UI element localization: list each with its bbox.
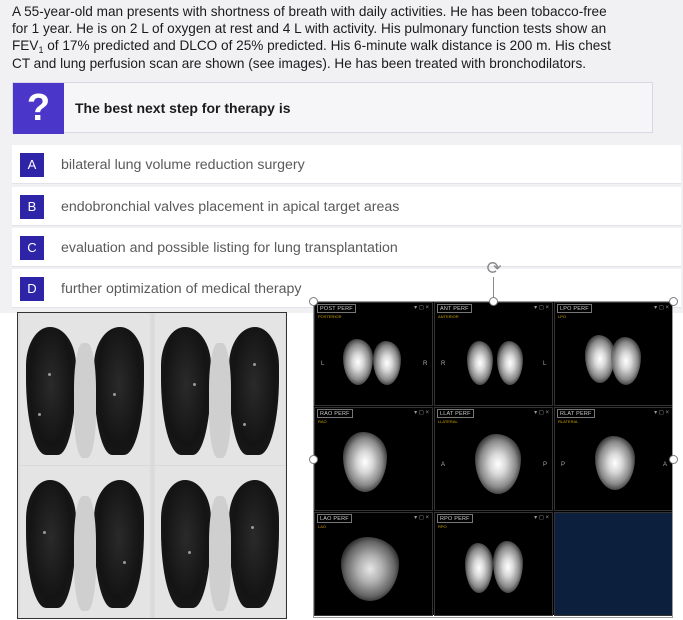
panel-controls-icon: ▾ ◻ × [654, 305, 669, 311]
panel-controls-icon: ▾ ◻ × [534, 305, 549, 311]
side-label: P [561, 462, 566, 468]
perfusion-uptake [467, 341, 493, 385]
panel-title: POST PERF [317, 304, 356, 313]
side-label: L [321, 361, 325, 367]
panel-title: RPO PERF [437, 514, 473, 523]
choice-letter: A [20, 153, 44, 177]
perfusion-uptake [611, 337, 641, 385]
perfusion-panel-rao: RAO PERF ▾ ◻ × RAO [314, 407, 433, 511]
panel-controls-icon: ▾ ◻ × [414, 515, 429, 521]
panel-title: LPO PERF [557, 304, 592, 313]
panel-subtitle: ANTERIOR [438, 314, 459, 319]
panel-controls-icon: ▾ ◻ × [414, 410, 429, 416]
question-mark-icon: ? [13, 83, 64, 134]
question-stem: A 55-year-old man presents with shortnes… [12, 3, 672, 72]
perfusion-panel-rpo: RPO PERF ▾ ◻ × RPO [434, 512, 553, 616]
side-label: A [663, 462, 668, 468]
panel-title: ANT PERF [437, 304, 472, 313]
choice-text: endobronchial valves placement in apical… [61, 199, 400, 215]
rotate-handle-icon[interactable]: ⟳ [484, 258, 504, 278]
answer-choice-a[interactable]: A bilateral lung volume reduction surger… [12, 145, 681, 184]
panel-subtitle: LPO [558, 314, 567, 319]
panel-subtitle: RAO [318, 419, 327, 424]
choice-text: further optimization of medical therapy [61, 281, 302, 297]
side-label: R [441, 361, 446, 367]
panel-controls-icon: ▾ ◻ × [414, 305, 429, 311]
perfusion-uptake [341, 537, 399, 601]
ct-slice [18, 313, 152, 465]
stem-line: FEV1 of 17% predicted and DLCO of 25% pr… [12, 38, 611, 56]
panel-title: LLAT PERF [437, 409, 474, 418]
panel-subtitle: LLATERAL [438, 419, 458, 424]
perfusion-panel-lpo: LPO PERF ▾ ◻ × LPO [554, 302, 673, 406]
perfusion-uptake [493, 541, 523, 593]
question-text: The best next step for therapy is [75, 100, 291, 116]
panel-title: RLAT PERF [557, 409, 595, 418]
ct-slice [153, 466, 286, 618]
choice-letter: D [20, 277, 44, 301]
stem-line: A 55-year-old man presents with shortnes… [12, 4, 607, 19]
perfusion-uptake [343, 432, 387, 492]
chest-ct-image [17, 312, 287, 619]
answer-choice-c[interactable]: C evaluation and possible listing for lu… [12, 228, 681, 267]
perfusion-panel-lao: LAO PERF ▾ ◻ × LAO [314, 512, 433, 616]
panel-title: RAO PERF [317, 409, 353, 418]
perfusion-panel-post: POST PERF ▾ ◻ × POSTERIOR L R [314, 302, 433, 406]
question-prompt: ? The best next step for therapy is [12, 82, 653, 134]
resize-handle-top[interactable] [489, 297, 498, 306]
panel-title: LAO PERF [317, 514, 352, 523]
choice-letter: B [20, 195, 44, 219]
rotate-connector [493, 277, 494, 299]
perfusion-uptake [497, 341, 523, 385]
perfusion-uptake [373, 341, 401, 385]
panel-controls-icon: ▾ ◻ × [534, 515, 549, 521]
perfusion-panel-ant: ANT PERF ▾ ◻ × ANTERIOR R L [434, 302, 553, 406]
perfusion-uptake [595, 436, 635, 490]
choice-letter: C [20, 236, 44, 260]
perfusion-uptake [465, 543, 493, 593]
panel-subtitle: RLATERAL [558, 419, 579, 424]
ct-slice [153, 313, 286, 465]
panel-subtitle: RPO [438, 524, 447, 529]
panel-subtitle: POSTERIOR [318, 314, 342, 319]
answer-choice-b[interactable]: B endobronchial valves placement in apic… [12, 187, 681, 226]
stem-line: for 1 year. He is on 2 L of oxygen at re… [12, 21, 607, 37]
question-panel: A 55-year-old man presents with shortnes… [0, 0, 683, 313]
side-label: A [441, 462, 446, 468]
perfusion-panel-empty [554, 512, 673, 616]
resize-handle-right[interactable] [669, 455, 678, 464]
side-label: P [543, 462, 548, 468]
resize-handle-top-right[interactable] [669, 297, 678, 306]
side-label: R [423, 361, 428, 367]
resize-handle-left[interactable] [309, 455, 318, 464]
choice-text: bilateral lung volume reduction surgery [61, 157, 305, 173]
perfusion-panel-llat: LLAT PERF ▾ ◻ × LLATERAL A P [434, 407, 553, 511]
ct-slice [18, 466, 152, 618]
lung-perfusion-scan[interactable]: POST PERF ▾ ◻ × POSTERIOR L R ANT PERF ▾… [314, 302, 673, 616]
panel-controls-icon: ▾ ◻ × [654, 410, 669, 416]
perfusion-panel-rlat: RLAT PERF ▾ ◻ × RLATERAL P A [554, 407, 673, 511]
side-label: L [543, 361, 547, 367]
choice-text: evaluation and possible listing for lung… [61, 240, 398, 256]
perfusion-uptake [475, 434, 521, 494]
panel-subtitle: LAO [318, 524, 327, 529]
perfusion-uptake [343, 339, 373, 385]
panel-controls-icon: ▾ ◻ × [534, 410, 549, 416]
resize-handle-top-left[interactable] [309, 297, 318, 306]
stem-line: CT and lung perfusion scan are shown (se… [12, 55, 587, 71]
